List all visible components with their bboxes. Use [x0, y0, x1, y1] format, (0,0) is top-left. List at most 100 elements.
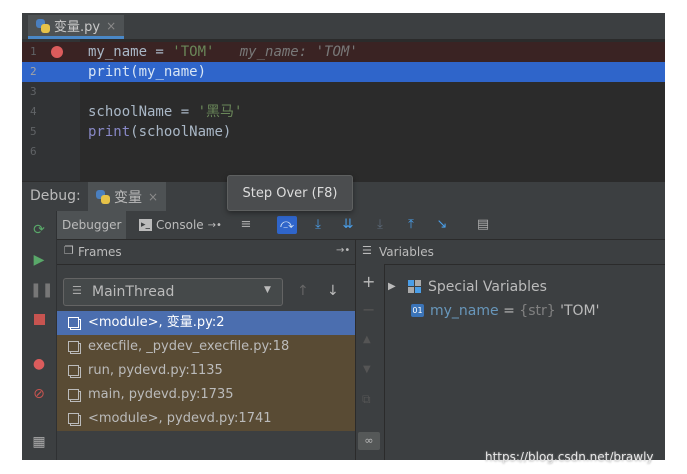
- line-number: 1: [30, 45, 37, 58]
- view-breakpoints-icon[interactable]: ●: [30, 355, 48, 373]
- line-number: 3: [30, 85, 37, 98]
- debug-session-tab[interactable]: 变量 ×: [88, 182, 167, 212]
- special-variables-icon: [408, 280, 421, 293]
- step-over-tooltip: Step Over (F8): [227, 175, 353, 211]
- code-token: print: [88, 64, 131, 80]
- code-token: print: [88, 124, 131, 140]
- frame-label: run, pydevd.py:1135: [88, 363, 223, 378]
- frame-row[interactable]: run, pydevd.py:1135: [57, 359, 355, 383]
- rerun-icon[interactable]: ⟳: [30, 221, 48, 239]
- tooltip-text: Step Over (F8): [242, 185, 338, 201]
- frame-label: main, pydevd.py:1735: [88, 387, 234, 402]
- line-number: 5: [30, 125, 37, 138]
- python-run-icon: [96, 190, 110, 204]
- variables-header: ☰ Variables: [355, 240, 665, 265]
- code-token: (my_name): [130, 64, 207, 80]
- close-tab-icon[interactable]: ×: [106, 19, 116, 33]
- debugger-toolbar: Debugger ▸_ Console →• ≡ ⤼ ⤓ ⇊ ⤓ ⤒ ↘ ▤: [57, 211, 665, 240]
- expand-arrow-icon[interactable]: ▶: [388, 276, 396, 298]
- layout-icon[interactable]: ▦: [30, 433, 48, 451]
- breakpoint-icon[interactable]: [51, 46, 63, 58]
- new-watch-icon[interactable]: +: [362, 272, 375, 291]
- console-icon: ▸_: [139, 219, 153, 231]
- step-into-icon[interactable]: ⤓: [308, 216, 328, 234]
- frame-row[interactable]: main, pydevd.py:1735: [57, 383, 355, 407]
- frame-icon: [68, 341, 79, 352]
- code-token: '黑马': [197, 104, 243, 120]
- close-session-icon[interactable]: ×: [148, 190, 158, 204]
- frame-row[interactable]: <module>, 变量.py:2: [57, 311, 355, 335]
- thread-name: MainThread: [92, 284, 175, 300]
- frames-list: <module>, 变量.py:2 execfile, _pydev_execfi…: [57, 311, 355, 431]
- code-text: print(schoolName): [88, 122, 231, 142]
- previous-frame-icon[interactable]: ↑: [297, 283, 309, 299]
- debug-session-label: 变量: [114, 190, 142, 206]
- code-text: schoolName = '黑马': [88, 102, 242, 122]
- tab-debugger[interactable]: Debugger: [57, 211, 127, 239]
- remove-watch-icon[interactable]: −: [362, 300, 375, 319]
- variables-title: Variables: [379, 245, 434, 259]
- frame-label: <module>, 变量.py:2: [88, 315, 225, 330]
- ide-window: 变量.py × 1 my_name = 'TOM' my_name: 'TOM' 2…: [22, 13, 665, 460]
- code-line[interactable]: 3: [22, 82, 665, 102]
- variable-field-icon: 01: [411, 304, 424, 317]
- line-number: 6: [30, 145, 37, 158]
- frame-label: execfile, _pydev_execfile.py:18: [88, 339, 290, 354]
- debug-title: Debug:: [30, 188, 81, 204]
- code-line[interactable]: 1 my_name = 'TOM' my_name: 'TOM': [22, 42, 665, 62]
- mute-breakpoints-icon[interactable]: ⊘: [30, 385, 48, 403]
- pin-tab-icon[interactable]: →•: [208, 220, 222, 231]
- code-line[interactable]: 2 print(my_name): [22, 62, 665, 82]
- step-out-icon[interactable]: ⤒: [401, 216, 421, 234]
- frames-pin-icon[interactable]: →•: [336, 245, 350, 256]
- next-frame-icon[interactable]: ↓: [327, 283, 339, 299]
- file-tab-label: 变量.py: [54, 20, 101, 35]
- resume-program-icon[interactable]: ▶: [30, 251, 48, 269]
- variables-pane-icon: ☰: [362, 244, 372, 257]
- code-token: (schoolName): [130, 124, 232, 140]
- code-token: schoolName =: [88, 104, 198, 120]
- move-up-icon[interactable]: ▲: [363, 334, 371, 345]
- frames-header: ❐ Frames →•: [57, 240, 355, 265]
- copy-watch-icon[interactable]: ⧉: [362, 392, 371, 407]
- show-watches-icon[interactable]: ∞: [358, 432, 380, 450]
- variable-name: my_name: [430, 303, 499, 319]
- stop-icon[interactable]: [30, 312, 48, 330]
- show-execution-point-icon[interactable]: ≡: [236, 216, 256, 234]
- frame-row[interactable]: execfile, _pydev_execfile.py:18: [57, 335, 355, 359]
- code-editor[interactable]: 1 my_name = 'TOM' my_name: 'TOM' 2 print(my…: [22, 39, 665, 181]
- editor-tab-bar: 变量.py ×: [22, 13, 665, 39]
- variable-type: {str}: [519, 303, 556, 319]
- debug-action-strip: ⟳ ▶ ❚❚ ● ⊘ ▦: [22, 211, 57, 460]
- variable-value: 'TOM': [555, 303, 600, 319]
- code-line[interactable]: 5 print(schoolName): [22, 122, 665, 142]
- frame-icon: [68, 389, 79, 400]
- editor-file-tab[interactable]: 变量.py ×: [28, 15, 125, 39]
- thread-selector[interactable]: ☰ MainThread ▼: [63, 278, 283, 306]
- code-line[interactable]: 4 schoolName = '黑马': [22, 102, 665, 122]
- tab-console-label: Console: [156, 218, 204, 232]
- variable-text: my_name = {str} 'TOM': [430, 300, 599, 322]
- tab-debugger-label: Debugger: [62, 218, 122, 232]
- line-number: 2: [30, 65, 37, 78]
- pause-program-icon[interactable]: ❚❚: [30, 281, 53, 299]
- step-into-my-code-icon[interactable]: ⇊: [338, 216, 358, 234]
- thread-icon: ☰: [72, 284, 82, 297]
- frame-icon: [68, 317, 79, 328]
- frames-pane-icon: ❐: [64, 244, 74, 257]
- frame-row[interactable]: <module>, pydevd.py:1741: [57, 407, 355, 431]
- watermark: https://blog.csdn.net/brawly: [485, 450, 654, 464]
- frame-icon: [68, 365, 79, 376]
- force-step-into-icon[interactable]: ⤓: [370, 216, 390, 234]
- special-variables-label: Special Variables: [428, 279, 547, 295]
- run-to-cursor-icon[interactable]: ↘: [432, 216, 452, 234]
- code-text: print(my_name): [88, 62, 206, 82]
- evaluate-expression-icon[interactable]: ▤: [473, 216, 493, 234]
- code-text: my_name = 'TOM' my_name: 'TOM': [88, 42, 358, 62]
- tab-console[interactable]: ▸_ Console →•: [134, 211, 227, 239]
- move-down-icon[interactable]: ▼: [363, 364, 371, 375]
- step-over-icon[interactable]: ⤼: [277, 216, 297, 234]
- code-line[interactable]: 6: [22, 142, 665, 162]
- variables-side-toolbar: + − ▲ ▼ ⧉ ∞: [355, 264, 385, 460]
- code-token: my_name: 'TOM': [214, 44, 358, 60]
